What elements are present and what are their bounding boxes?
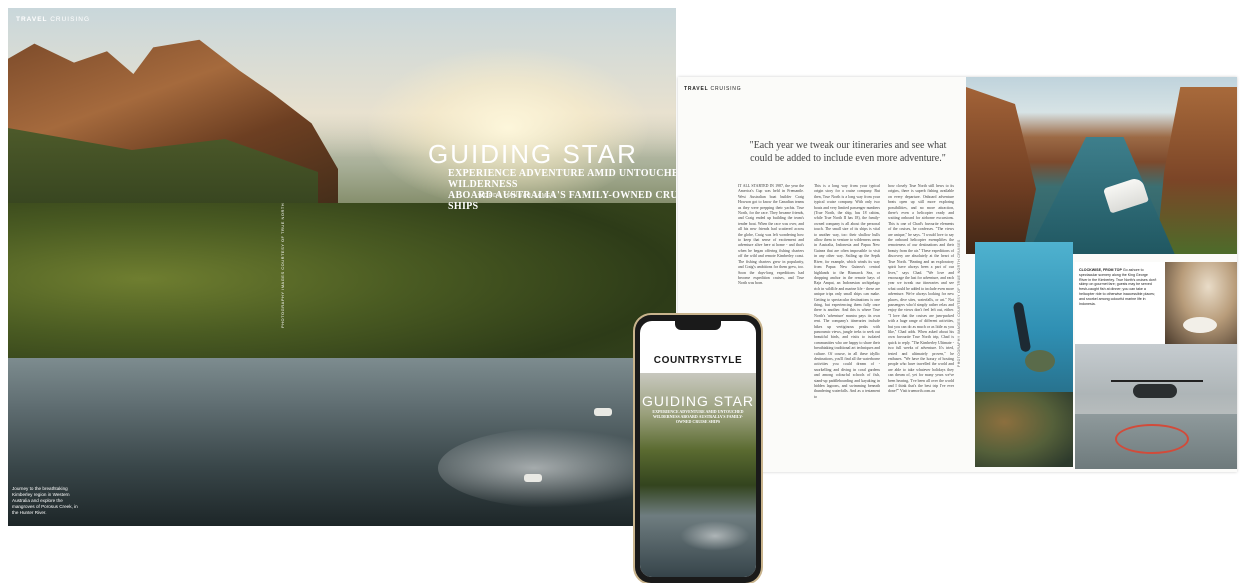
photo-caption: Journey to the breathtaking Kimberley re…	[12, 486, 78, 515]
subtitle-line: EXPERIENCE ADVENTURE AMID UNTOUCHED WILD…	[448, 168, 676, 190]
sea-turtle	[1025, 350, 1055, 372]
section-kicker: TRAVEL CRUISING	[684, 86, 741, 92]
helipad-marking	[1115, 424, 1189, 454]
photo-credit: PHOTOGRAPHY IMAGES COURTESY OF TRUE NORT…	[957, 239, 961, 367]
caption-lead: CLOCKWISE, FROM TOP	[1079, 268, 1122, 272]
magazine-spread-left: TRAVEL CRUISING GUIDING STAR EXPERIENCE …	[8, 8, 676, 526]
article-subtitle: EXPERIENCE ADVENTURE AMID UNTOUCHED WILD…	[448, 168, 676, 212]
gorge-cliff-right	[1156, 87, 1237, 254]
helicopter	[1133, 384, 1177, 398]
kicker-section: TRAVEL	[684, 86, 709, 92]
phone-notch	[675, 321, 721, 330]
snorkeller	[1012, 301, 1032, 353]
tender-boat	[524, 474, 542, 482]
byline: WORDS HANNAH JAMES	[478, 193, 556, 199]
helicopter-photo	[1075, 344, 1237, 469]
snorkel-photo	[975, 242, 1073, 467]
photo-caption: CLOCKWISE, FROM TOP Go ashore to spectac…	[1079, 268, 1157, 306]
magazine-masthead: COUNTRYSTYLE	[653, 355, 743, 366]
gorge-river	[1026, 137, 1176, 254]
gorge-photo	[966, 77, 1237, 254]
chef-photo	[1165, 262, 1237, 344]
helicopter-rotor	[1111, 380, 1203, 382]
phone-article-subtitle: EXPERIENCE ADVENTURE AMID UNTOUCHED WILD…	[652, 409, 744, 424]
section-kicker: TRAVEL CRUISING	[16, 16, 90, 23]
body-column-2: This is a long way from your typical ori…	[814, 184, 880, 399]
kicker-sub: CRUISING	[50, 16, 90, 23]
dinner-plate	[1183, 317, 1217, 333]
tender-boat	[594, 408, 612, 416]
magazine-spread-right: TRAVEL CRUISING "Each year we tweak our …	[678, 77, 1237, 472]
pull-quote: "Each year we tweak our itineraries and …	[749, 140, 947, 164]
coral-reef	[975, 392, 1073, 467]
boat-wake	[680, 521, 750, 551]
smartphone: COUNTRYSTYLE GUIDING STAR EXPERIENCE ADV…	[635, 315, 761, 583]
photo-credit: PHOTOGRAPHY IMAGES COURTESY OF TRUE NORT…	[280, 202, 285, 328]
phone-screen: COUNTRYSTYLE GUIDING STAR EXPERIENCE ADV…	[640, 321, 756, 577]
body-column-3: how closely True North still hews to its…	[888, 184, 954, 394]
phone-article-title: GUIDING STAR	[641, 393, 755, 409]
caption-text: Go ashore to spectacular scenery along t…	[1079, 268, 1157, 306]
article-title: GUIDING STAR	[428, 139, 638, 169]
gorge-cliff-left	[966, 87, 1036, 254]
kicker-sub: CRUISING	[710, 86, 742, 92]
kicker-section: TRAVEL	[16, 16, 48, 23]
